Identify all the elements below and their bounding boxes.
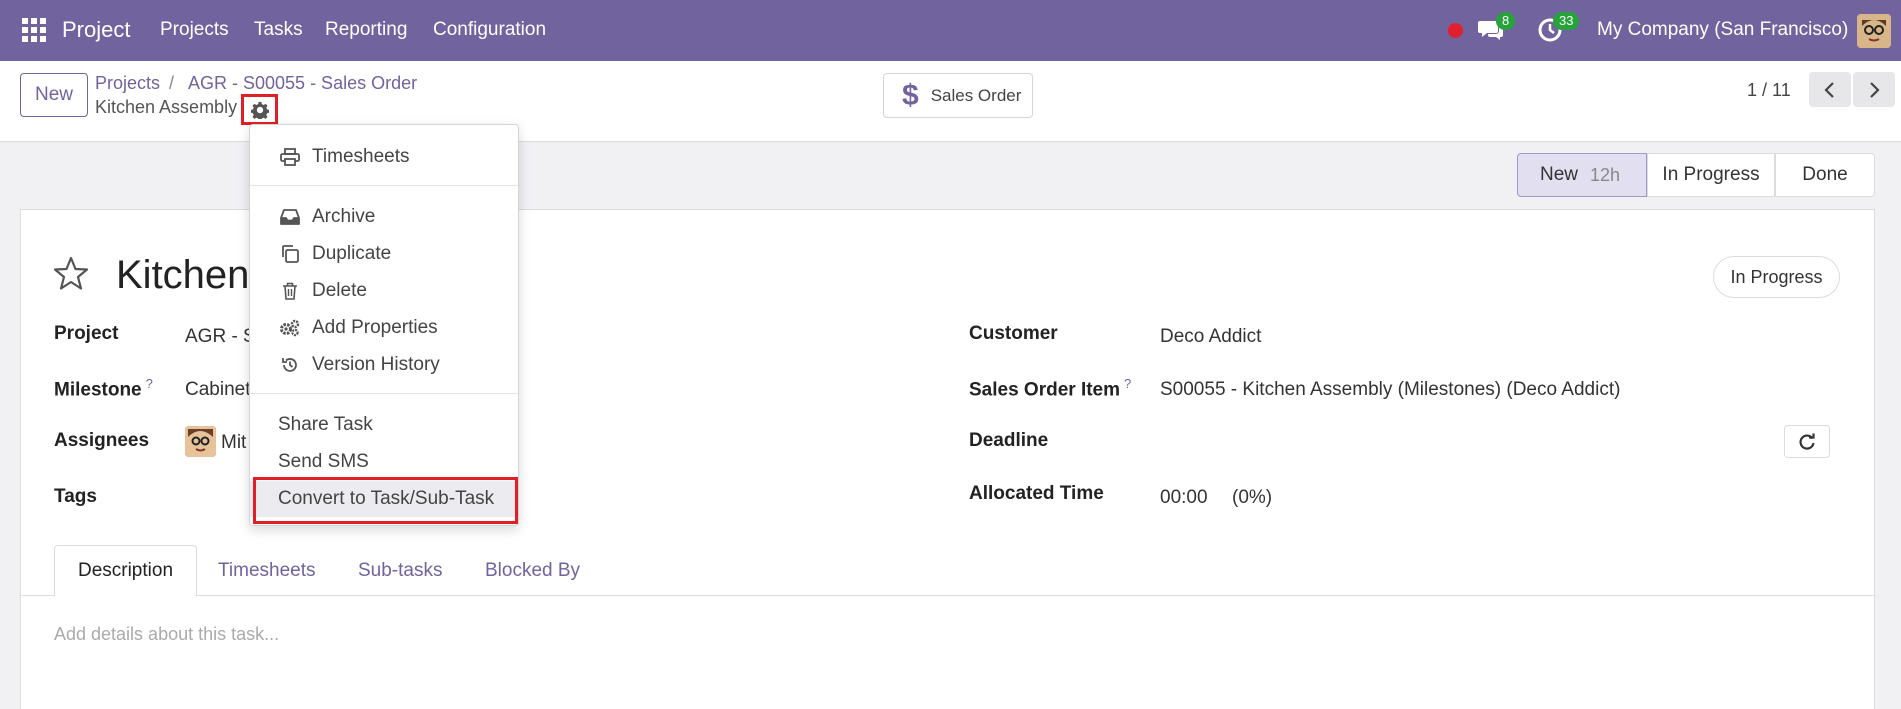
messages-badge: 8: [1496, 12, 1516, 30]
company-switcher[interactable]: My Company (San Francisco): [1597, 19, 1848, 41]
breadcrumb-projects[interactable]: Projects: [95, 73, 160, 94]
menu-projects[interactable]: Projects: [160, 19, 229, 41]
milestone-value[interactable]: Cabinet: [185, 379, 251, 401]
app-name[interactable]: Project: [62, 17, 130, 43]
actions-gear-button[interactable]: [241, 94, 278, 125]
tags-label: Tags: [54, 486, 97, 507]
breadcrumb-project[interactable]: AGR - S00055 - Sales Order: [188, 73, 417, 94]
customer-label: Customer: [969, 323, 1058, 344]
allocated-time-label: Allocated Time: [969, 483, 1104, 504]
sales-order-smart-button[interactable]: $ Sales Order: [883, 73, 1033, 118]
pager-previous-button[interactable]: [1809, 72, 1851, 107]
allocated-time-value[interactable]: 00:00: [1160, 487, 1208, 509]
cogs-icon: [278, 317, 302, 339]
sales-order-item-value[interactable]: S00055 - Kitchen Assembly (Milestones) (…: [1160, 379, 1620, 401]
actions-dropdown-menu: Timesheets Archive Duplicate Delete Add …: [249, 124, 519, 526]
apps-menu-icon[interactable]: [22, 18, 46, 42]
stage-new-hours: 12h: [1590, 164, 1621, 185]
assignee-name[interactable]: Mit: [221, 432, 246, 454]
project-value[interactable]: AGR - S: [185, 326, 256, 348]
customer-value[interactable]: Deco Addict: [1160, 326, 1261, 348]
project-label: Project: [54, 323, 119, 344]
sales-order-item-label: Sales Order Item?: [969, 376, 1132, 401]
chevron-right-icon: [1870, 81, 1880, 98]
description-placeholder[interactable]: Add details about this task...: [54, 624, 279, 645]
highlight-box: [253, 477, 518, 524]
assignees-label: Assignees: [54, 430, 150, 451]
pager-next-button[interactable]: [1853, 72, 1895, 107]
task-title[interactable]: Kitchen: [116, 253, 249, 298]
tab-timesheets[interactable]: Timesheets: [218, 560, 316, 582]
stage-in-progress[interactable]: In Progress: [1647, 153, 1775, 197]
gear-icon: [250, 101, 269, 119]
tab-description[interactable]: Description: [54, 545, 197, 597]
activities-badge: 33: [1553, 12, 1580, 30]
stage-done[interactable]: Done: [1775, 153, 1875, 197]
stage-new-label: New: [1540, 164, 1579, 185]
menu-divider: [250, 185, 518, 186]
tab-sub-tasks[interactable]: Sub-tasks: [358, 560, 442, 582]
breadcrumb-current: Kitchen Assembly: [95, 97, 238, 117]
breadcrumb-separator: /: [169, 73, 175, 93]
pager-value[interactable]: 1 / 11: [1747, 80, 1791, 101]
deadline-label: Deadline: [969, 430, 1049, 451]
menu-reporting[interactable]: Reporting: [325, 19, 407, 41]
milestone-label: Milestone?: [54, 376, 153, 401]
stage-new[interactable]: New 12h: [1517, 153, 1647, 197]
menu-item-version-history[interactable]: Version History: [250, 347, 518, 383]
assignee-avatar: [185, 426, 216, 457]
recording-dot-icon[interactable]: [1448, 23, 1463, 38]
new-button[interactable]: New: [20, 73, 88, 117]
user-avatar[interactable]: [1857, 14, 1891, 48]
menu-configuration[interactable]: Configuration: [433, 19, 546, 41]
refresh-icon: [1799, 433, 1815, 450]
allocated-time-percent: (0%): [1232, 487, 1273, 508]
refresh-button[interactable]: [1784, 425, 1830, 458]
tabs-divider: [20, 595, 1875, 596]
menu-item-send-sms[interactable]: Send SMS: [250, 444, 518, 480]
state-pill[interactable]: In Progress: [1713, 256, 1840, 298]
menu-item-add-properties[interactable]: Add Properties: [250, 310, 518, 346]
menu-item-archive[interactable]: Archive: [250, 199, 518, 235]
menu-tasks[interactable]: Tasks: [254, 19, 303, 41]
menu-item-share-task[interactable]: Share Task: [250, 407, 518, 443]
tab-blocked-by[interactable]: Blocked By: [485, 560, 580, 582]
copy-icon: [278, 243, 302, 265]
menu-item-duplicate[interactable]: Duplicate: [250, 236, 518, 272]
menu-item-timesheets[interactable]: Timesheets: [250, 139, 518, 175]
trash-icon: [278, 280, 302, 302]
menu-divider: [250, 393, 518, 394]
inbox-icon: [278, 206, 302, 228]
chevron-left-icon: [1824, 81, 1834, 98]
star-icon[interactable]: [52, 255, 90, 293]
dollar-icon: $: [902, 78, 919, 112]
top-navbar: Project Projects Tasks Reporting Configu…: [0, 0, 1901, 61]
menu-item-delete[interactable]: Delete: [250, 273, 518, 309]
sales-order-label: Sales Order: [930, 85, 1022, 105]
print-icon: [278, 146, 302, 168]
history-icon: [278, 354, 302, 376]
